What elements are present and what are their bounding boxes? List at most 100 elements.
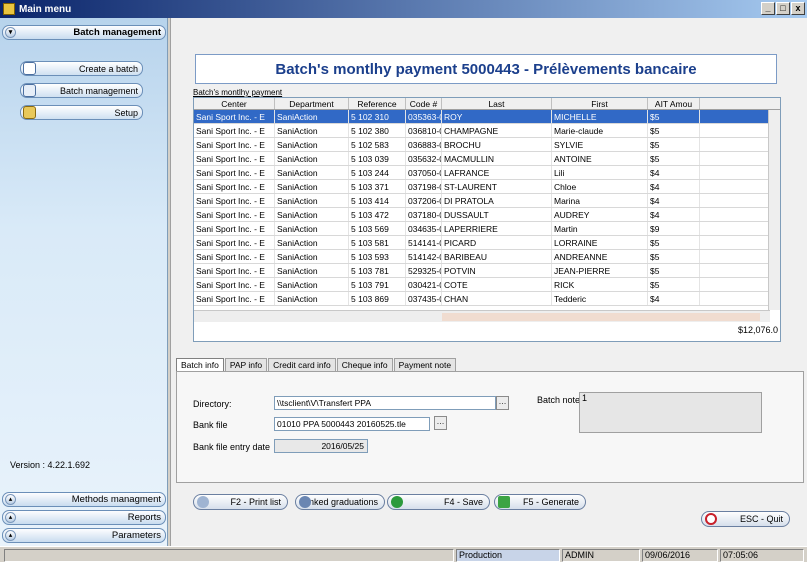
tab-batch-info[interactable]: Batch info bbox=[176, 358, 224, 372]
table-cell: Sani Sport Inc. - E bbox=[194, 124, 275, 137]
table-row[interactable]: Sani Sport Inc. - E SaniAction 5 103 581 51… bbox=[194, 236, 780, 250]
save-button[interactable]: F4 - Save bbox=[387, 494, 490, 510]
table-row[interactable]: Sani Sport Inc. - E SaniAction 5 102 310 03… bbox=[194, 110, 780, 124]
table-cell: $5 bbox=[648, 264, 700, 277]
table-cell: 037198-0 bbox=[408, 180, 442, 193]
directory-field[interactable]: \\tsclient\V\Transfert PPA bbox=[274, 396, 496, 410]
table-cell: Sani Sport Inc. - E bbox=[194, 208, 275, 221]
col-amount[interactable]: AIT Amou bbox=[648, 98, 700, 109]
table-cell: 5 103 581 bbox=[349, 236, 406, 249]
table-row[interactable]: Sani Sport Inc. - E SaniAction 5 103 414 03… bbox=[194, 194, 780, 208]
table-row[interactable]: Sani Sport Inc. - E SaniAction 5 103 371 03… bbox=[194, 180, 780, 194]
table-row[interactable]: Sani Sport Inc. - E SaniAction 5 103 869 03… bbox=[194, 292, 780, 306]
vertical-scrollbar[interactable] bbox=[768, 110, 780, 310]
tab-cheque-info[interactable]: Cheque info bbox=[336, 358, 393, 372]
table-cell: LAPERRIERE bbox=[442, 222, 552, 235]
section-batch-management[interactable]: ▾ Batch management bbox=[2, 25, 166, 40]
table-cell: Sani Sport Inc. - E bbox=[194, 250, 275, 263]
col-code[interactable]: Code # bbox=[406, 98, 442, 109]
entry-date-label: Bank file entry date bbox=[193, 442, 271, 452]
table-cell: PICARD bbox=[442, 236, 552, 249]
tab-payment-note[interactable]: Payment note bbox=[393, 358, 457, 372]
browse-directory-button[interactable]: … bbox=[496, 396, 509, 410]
batch-note-field[interactable]: 1 bbox=[579, 392, 762, 433]
table-cell: $5 bbox=[648, 250, 700, 263]
generate-button[interactable]: F5 - Generate bbox=[494, 494, 586, 510]
table-cell: $4 bbox=[648, 292, 700, 305]
horizontal-scrollbar[interactable] bbox=[194, 310, 770, 322]
section-parameters[interactable]: ▴ Parameters bbox=[2, 528, 166, 543]
button-label: F5 - Generate bbox=[522, 497, 579, 507]
table-cell: $9 bbox=[648, 222, 700, 235]
create-batch-button[interactable]: Create a batch bbox=[20, 61, 143, 76]
table-row[interactable]: Sani Sport Inc. - E SaniAction 5 103 593 51… bbox=[194, 250, 780, 264]
scroll-thumb[interactable] bbox=[442, 313, 760, 321]
table-cell: Sani Sport Inc. - E bbox=[194, 110, 275, 123]
table-row[interactable]: Sani Sport Inc. - E SaniAction 5 103 791 03… bbox=[194, 278, 780, 292]
page-title: Batch's montlhy payment 5000443 - Prélèv… bbox=[195, 54, 777, 84]
section-label: Methods managment bbox=[71, 494, 161, 505]
setup-button[interactable]: Setup bbox=[20, 105, 143, 120]
table-cell: 5 102 583 bbox=[349, 138, 406, 151]
col-center[interactable]: Center bbox=[194, 98, 275, 109]
close-button[interactable]: x bbox=[791, 2, 805, 15]
section-reports[interactable]: ▴ Reports bbox=[2, 510, 166, 525]
print-list-button[interactable]: F2 - Print list bbox=[193, 494, 288, 510]
col-department[interactable]: Department bbox=[275, 98, 349, 109]
table-row[interactable]: Sani Sport Inc. - E SaniAction 5 103 569 03… bbox=[194, 222, 780, 236]
table-cell: $5 bbox=[648, 236, 700, 249]
cancel-icon bbox=[705, 513, 717, 525]
table-cell: 5 103 791 bbox=[349, 278, 406, 291]
title-bar: Main menu _ □ x bbox=[0, 0, 807, 18]
button-label: ESC - Quit bbox=[739, 514, 783, 524]
table-cell: SaniAction bbox=[275, 194, 349, 207]
batch-management-button[interactable]: Batch management bbox=[20, 83, 143, 98]
status-message bbox=[4, 549, 454, 562]
table-cell: ROY bbox=[442, 110, 552, 123]
table-cell: 035363-0 bbox=[408, 110, 442, 123]
table-cell: $4 bbox=[648, 180, 700, 193]
status-environment: Production bbox=[456, 549, 560, 562]
col-last[interactable]: Last bbox=[442, 98, 552, 109]
table-cell: SaniAction bbox=[275, 166, 349, 179]
linked-graduations-button[interactable]: Linked graduations bbox=[295, 494, 385, 510]
browse-file-button[interactable]: … bbox=[434, 416, 447, 430]
main-panel: Batch's montlhy payment 5000443 - Prélèv… bbox=[170, 18, 807, 546]
col-reference[interactable]: Reference bbox=[349, 98, 406, 109]
tab-credit-card-info[interactable]: Credit card info bbox=[268, 358, 336, 372]
table-row[interactable]: Sani Sport Inc. - E SaniAction 5 103 244 03… bbox=[194, 166, 780, 180]
table-cell: Sani Sport Inc. - E bbox=[194, 236, 275, 249]
table-cell: 514141-0 bbox=[408, 236, 442, 249]
minimize-button[interactable]: _ bbox=[761, 2, 775, 15]
table-cell: DUSSAULT bbox=[442, 208, 552, 221]
table-cell: DI PRATOLA bbox=[442, 194, 552, 207]
payments-grid[interactable]: Center Department Reference Code # Last … bbox=[193, 97, 781, 342]
entry-date-field: 2016/05/25 bbox=[274, 439, 368, 453]
table-row[interactable]: Sani Sport Inc. - E SaniAction 5 102 583 03… bbox=[194, 138, 780, 152]
section-methods-managment[interactable]: ▴ Methods managment bbox=[2, 492, 166, 507]
table-cell: 5 102 380 bbox=[349, 124, 406, 137]
table-cell: Marina bbox=[552, 194, 648, 207]
section-label: Parameters bbox=[111, 530, 161, 541]
table-row[interactable]: Sani Sport Inc. - E SaniAction 5 103 039 03… bbox=[194, 152, 780, 166]
table-cell: 037435-0 bbox=[408, 292, 442, 305]
status-bar: Production ADMIN 09/06/2016 07:05:06 bbox=[0, 546, 807, 562]
table-cell: POTVIN bbox=[442, 264, 552, 277]
table-cell: SaniAction bbox=[275, 208, 349, 221]
grid-header: Center Department Reference Code # Last … bbox=[194, 98, 780, 110]
bank-file-label: Bank file bbox=[193, 420, 228, 430]
quit-button[interactable]: ESC - Quit bbox=[701, 511, 790, 527]
tab-pap-info[interactable]: PAP info bbox=[224, 358, 268, 372]
bank-file-field[interactable]: 01010 PPA 5000443 20160525.tle bbox=[274, 417, 430, 431]
table-cell: 035632-0 bbox=[408, 152, 442, 165]
document-icon bbox=[23, 62, 36, 75]
table-row[interactable]: Sani Sport Inc. - E SaniAction 5 102 380 03… bbox=[194, 124, 780, 138]
table-cell: $4 bbox=[648, 208, 700, 221]
table-row[interactable]: Sani Sport Inc. - E SaniAction 5 103 781 52… bbox=[194, 264, 780, 278]
sidebar: ▾ Batch management Create a batch Batch … bbox=[0, 18, 168, 546]
maximize-button[interactable]: □ bbox=[776, 2, 790, 15]
table-row[interactable]: Sani Sport Inc. - E SaniAction 5 103 472 03… bbox=[194, 208, 780, 222]
table-cell: 5 103 371 bbox=[349, 180, 406, 193]
col-first[interactable]: First bbox=[552, 98, 648, 109]
table-cell: AUDREY bbox=[552, 208, 648, 221]
